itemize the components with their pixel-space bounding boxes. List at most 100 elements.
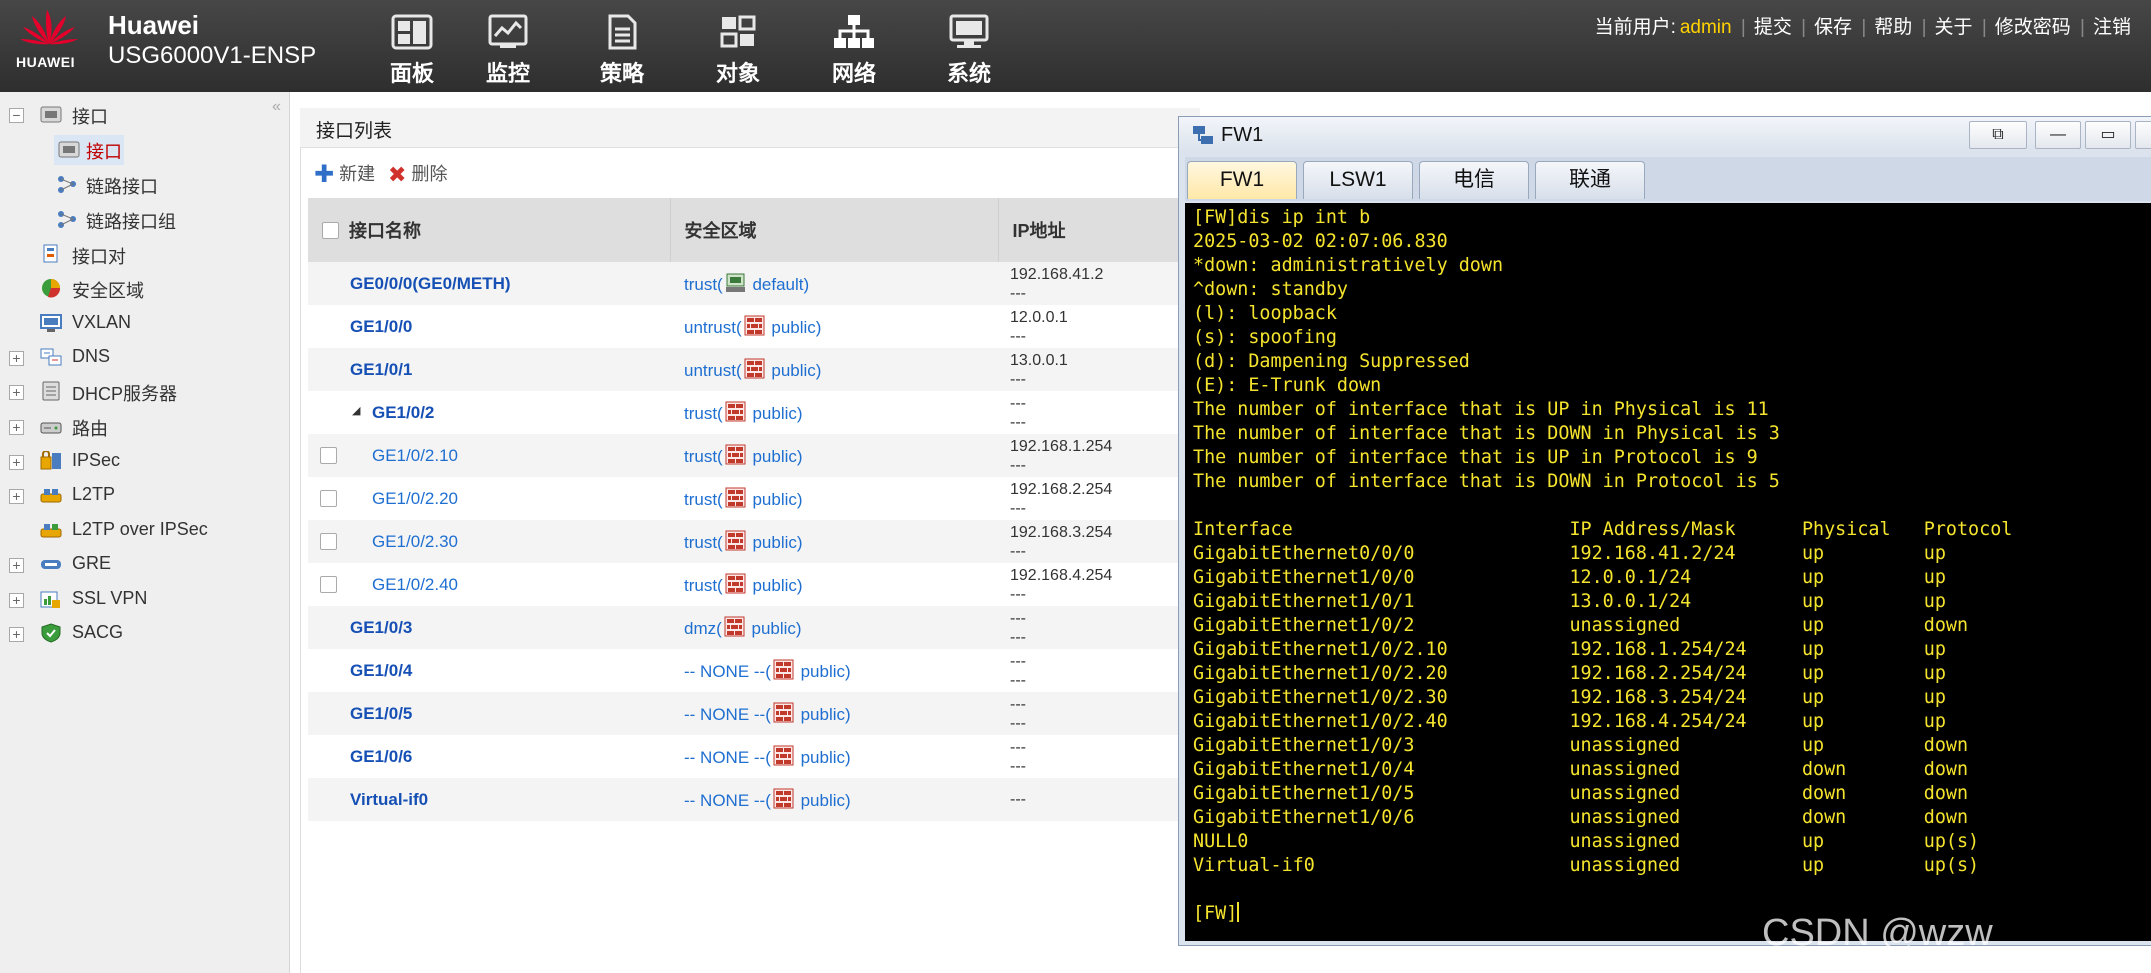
interface-name-link[interactable]: GE1/0/1 [350, 360, 412, 379]
collapse-sidebar-icon[interactable]: « [272, 98, 281, 116]
change-password-link[interactable]: 修改密码 [1995, 17, 2071, 38]
ipv4-address: --- [1010, 652, 1026, 670]
interface-name-link[interactable]: GE1/0/2 [372, 403, 434, 422]
delete-button[interactable]: ✖ 删除 [388, 160, 447, 188]
logout-link[interactable]: 注销 [2093, 17, 2131, 38]
expand-toggle-icon[interactable]: + [9, 455, 24, 470]
tab-unicom[interactable]: 联通 [1535, 161, 1645, 199]
expand-toggle-icon[interactable]: + [9, 351, 24, 366]
about-link[interactable]: 关于 [1935, 17, 1973, 38]
new-button[interactable]: ✚ 新建 [314, 160, 375, 189]
expand-toggle-icon[interactable]: + [9, 420, 24, 435]
terminal-line: (d): Dampening Suppressed [1193, 351, 1470, 372]
minimize-button[interactable]: — [2035, 121, 2081, 149]
zone-link[interactable]: trust( [684, 533, 723, 552]
interface-name-link[interactable]: GE1/0/2.30 [372, 532, 458, 551]
table-row[interactable]: GE1/0/1 untrust( public) 13.0.0.1 --- [308, 348, 1188, 391]
expand-toggle-icon[interactable]: + [9, 489, 24, 504]
row-checkbox[interactable] [320, 533, 337, 550]
zone-link[interactable]: dmz( [684, 619, 722, 638]
sidebar-item-interface[interactable]: 接口 [54, 135, 124, 165]
select-all-checkbox[interactable] [322, 222, 339, 239]
logo-text: HUAWEI [16, 54, 75, 70]
interface-name-link[interactable]: Virtual-if0 [350, 790, 428, 809]
table-row[interactable]: GE1/0/6 -- NONE --( public) --- --- [308, 735, 1188, 778]
security-zone-cell: -- NONE --( public) [670, 692, 998, 735]
collapse-toggle-icon[interactable]: − [9, 108, 24, 123]
zone-link[interactable]: -- NONE --( [684, 705, 771, 724]
submit-link[interactable]: 提交 [1754, 17, 1792, 38]
nav-network[interactable]: 网络 [806, 14, 902, 86]
zone-link[interactable]: trust( [684, 275, 723, 294]
zone-link[interactable]: trust( [684, 576, 723, 595]
user-bar: 当前用户: admin | 提交 | 保存 | 帮助 | 关于 | 修改密码 | 注销 [1594, 17, 2131, 38]
expand-toggle-icon[interactable]: + [9, 593, 24, 608]
expand-toggle-icon[interactable]: + [9, 558, 24, 573]
terminal-line: GigabitEthernet1/0/1 13.0.0.1/24 up up [1193, 591, 1946, 612]
tab-telecom[interactable]: 电信 [1419, 161, 1529, 199]
zone-link[interactable]: untrust( [684, 318, 742, 337]
table-row[interactable]: GE1/0/4 -- NONE --( public) --- --- [308, 649, 1188, 692]
table-row[interactable]: ◢ GE1/0/2 trust( public) --- --- [308, 391, 1188, 434]
interface-name-link[interactable]: GE1/0/2.40 [372, 575, 458, 594]
help-link[interactable]: 帮助 [1874, 17, 1912, 38]
interface-name-link[interactable]: GE1/0/6 [350, 747, 412, 766]
nav-dashboard[interactable]: 面板 [364, 14, 460, 86]
interface-name-cell: GE1/0/4 [308, 649, 670, 692]
column-ip-address[interactable]: IP地址 [998, 198, 1188, 262]
interface-name-link[interactable]: GE1/0/0 [350, 317, 412, 336]
terminal-line: (s): spoofing [1193, 327, 1337, 348]
table-row[interactable]: GE1/0/2.10 trust( public) 192.168.1.254 --- [308, 434, 1188, 477]
expand-arrow-icon[interactable]: ◢ [352, 404, 360, 417]
table-row[interactable]: GE1/0/2.40 trust( public) 192.168.4.254 --- [308, 563, 1188, 606]
row-checkbox[interactable] [320, 447, 337, 464]
expand-toggle-icon[interactable]: + [9, 385, 24, 400]
zone-link[interactable]: trust( [684, 447, 723, 466]
terminal-line: [FW]dis ip int b [1193, 207, 1371, 228]
terminal-output[interactable]: [FW]dis ip int b 2025-03-02 02:07:06.830 *… [1185, 203, 2151, 941]
interface-name-link[interactable]: GE1/0/2.20 [372, 489, 458, 508]
zone-link[interactable]: trust( [684, 404, 723, 423]
zone-link[interactable]: untrust( [684, 361, 742, 380]
row-checkbox[interactable] [320, 490, 337, 507]
table-row[interactable]: GE1/0/2.30 trust( public) 192.168.3.254 --- [308, 520, 1188, 563]
nav-label: 监控 [485, 61, 530, 86]
tab-lsw1[interactable]: LSW1 [1303, 161, 1413, 199]
policy-icon [608, 14, 637, 50]
interface-name-link[interactable]: GE0/0/0(GE0/METH) [350, 274, 511, 293]
nav-system[interactable]: 系统 [921, 14, 1017, 86]
terminal-window[interactable]: FW1 ⧉ — ▭ ✕ FW1 LSW1 电信 联通 [FW]dis ip in… [1178, 116, 2151, 946]
nav-policy[interactable]: 策略 [574, 14, 670, 86]
zone-link[interactable]: -- NONE --( [684, 662, 771, 681]
terminal-line: GigabitEthernet0/0/0 192.168.41.2/24 up … [1193, 543, 1946, 564]
restore-layout-button[interactable]: ⧉ [1969, 121, 2027, 149]
save-link[interactable]: 保存 [1814, 17, 1852, 38]
tab-fw1[interactable]: FW1 [1187, 161, 1297, 199]
column-security-zone[interactable]: 安全区域 [670, 198, 999, 262]
row-checkbox[interactable] [320, 576, 337, 593]
zone-link[interactable]: -- NONE --( [684, 791, 771, 810]
table-row[interactable]: GE1/0/5 -- NONE --( public) --- --- [308, 692, 1188, 735]
maximize-button[interactable]: ▭ [2085, 121, 2131, 149]
sidebar-item-label: 路由 [72, 419, 108, 439]
expand-toggle-icon[interactable]: + [9, 627, 24, 642]
interface-name-link[interactable]: GE1/0/4 [350, 661, 412, 680]
table-row[interactable]: GE1/0/3 dmz( public) --- --- [308, 606, 1188, 649]
table-row[interactable]: GE1/0/0 untrust( public) 12.0.0.1 --- [308, 305, 1188, 348]
sidebar-item-label: IPSec [72, 450, 121, 470]
interface-name-link[interactable]: GE1/0/3 [350, 618, 412, 637]
interface-name-link[interactable]: GE1/0/2.10 [372, 446, 458, 465]
nav-monitor[interactable]: 监控 [460, 14, 556, 86]
zone-link[interactable]: -- NONE --( [684, 748, 771, 767]
terminal-app-icon [1193, 126, 1213, 144]
column-interface-name[interactable]: 接口名称 [308, 198, 671, 262]
ip-address-cell: --- --- [998, 606, 1188, 649]
close-button[interactable]: ✕ [2135, 121, 2151, 149]
table-row[interactable]: GE0/0/0(GE0/METH) trust( default) 192.168.… [308, 262, 1188, 305]
nav-object[interactable]: 对象 [690, 14, 786, 86]
zone-link[interactable]: trust( [684, 490, 723, 509]
window-titlebar[interactable]: FW1 ⧉ — ▭ ✕ [1179, 117, 2151, 153]
table-row[interactable]: Virtual-if0 -- NONE --( public) --- [308, 778, 1188, 821]
table-row[interactable]: GE1/0/2.20 trust( public) 192.168.2.254 --- [308, 477, 1188, 520]
interface-name-link[interactable]: GE1/0/5 [350, 704, 412, 723]
